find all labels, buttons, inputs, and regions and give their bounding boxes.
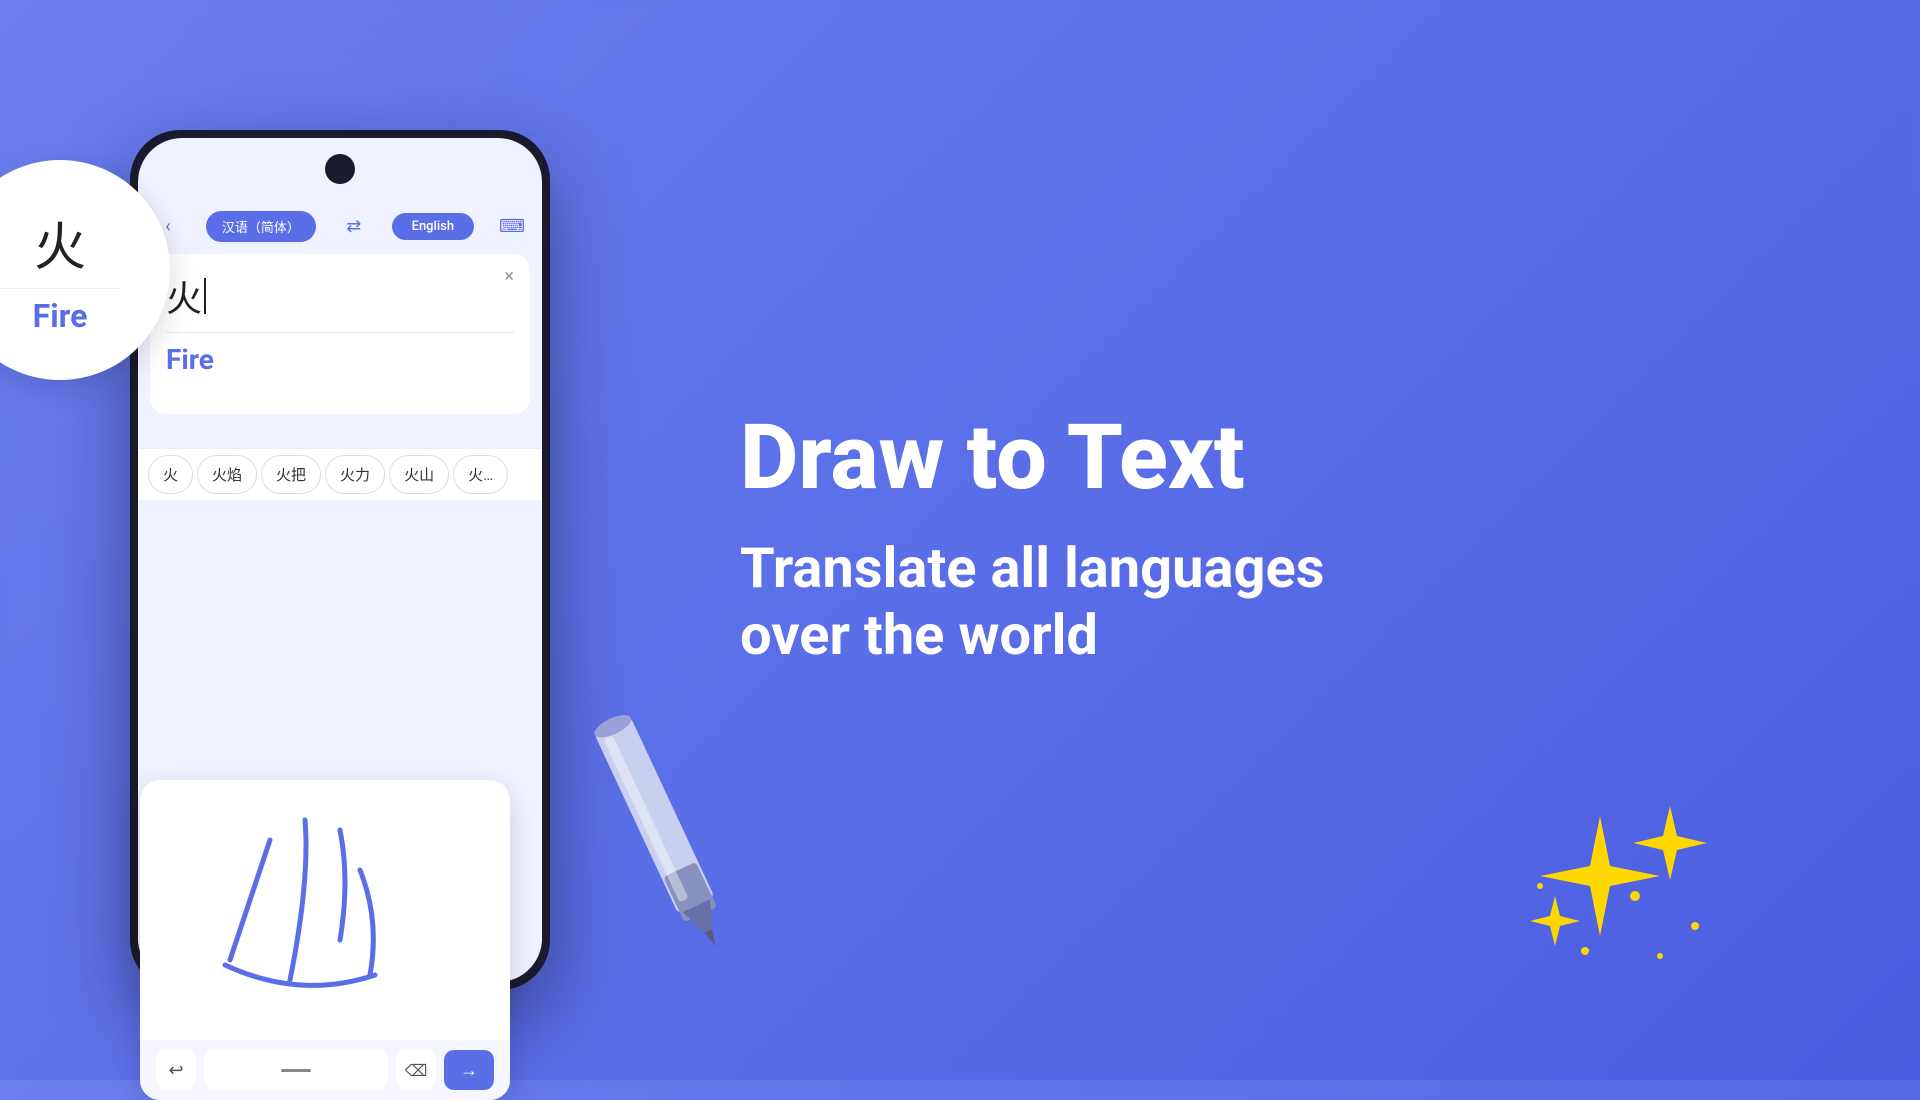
suggestion-item[interactable]: 火焰 <box>197 455 257 494</box>
target-language-button[interactable]: English <box>392 213 475 240</box>
close-button[interactable]: × <box>504 266 514 287</box>
handwriting-toolbar: ↩ ⌫ → <box>140 1040 510 1100</box>
callout-english-word: Fire <box>33 297 88 335</box>
keyboard-toggle-button[interactable]: ⌨ <box>496 210 528 242</box>
subtitle: Translate all languages over the world <box>740 535 1840 669</box>
subtitle-line2: over the world <box>740 602 1098 668</box>
suggestion-item[interactable]: 火 <box>148 455 193 494</box>
source-language-button[interactable]: 汉语（简体） <box>206 211 316 242</box>
phone-notch <box>325 154 355 184</box>
swap-languages-button[interactable]: ⇄ <box>338 210 370 242</box>
divider <box>166 332 514 333</box>
suggestion-item[interactable]: 火把 <box>261 455 321 494</box>
subtitle-line1: Translate all languages <box>740 535 1325 601</box>
undo-button[interactable]: ↩ <box>156 1050 196 1090</box>
space-button[interactable] <box>204 1050 388 1090</box>
word-suggestions-bar: 火 火焰 火把 火力 火山 火… <box>138 448 542 500</box>
phone-header: ‹ 汉语（简体） ⇄ English ⌨ <box>138 198 542 254</box>
suggestion-item[interactable]: 火山 <box>389 455 449 494</box>
sparkles-decoration <box>1500 796 1720 980</box>
right-section: Draw to Text Translate all languages ove… <box>680 0 1920 1080</box>
backspace-button[interactable]: ⌫ <box>396 1050 436 1090</box>
callout-divider <box>0 288 120 289</box>
callout-chinese-char: 火 <box>34 205 86 280</box>
space-icon <box>281 1069 311 1072</box>
left-section: ‹ 汉语（简体） ⇄ English ⌨ × 火 Fire 火 火焰 火把 火 <box>0 0 680 1080</box>
handwriting-card: ↩ ⌫ → <box>140 780 510 1100</box>
translation-area: × 火 Fire <box>150 254 530 414</box>
suggestion-item[interactable]: 火… <box>453 455 508 494</box>
enter-button[interactable]: → <box>444 1050 494 1090</box>
suggestion-item[interactable]: 火力 <box>325 455 385 494</box>
translation-result: Fire <box>166 343 514 376</box>
chinese-input-text: 火 <box>166 270 514 322</box>
handwriting-canvas[interactable] <box>140 780 510 1020</box>
main-title: Draw to Text <box>740 411 1840 506</box>
